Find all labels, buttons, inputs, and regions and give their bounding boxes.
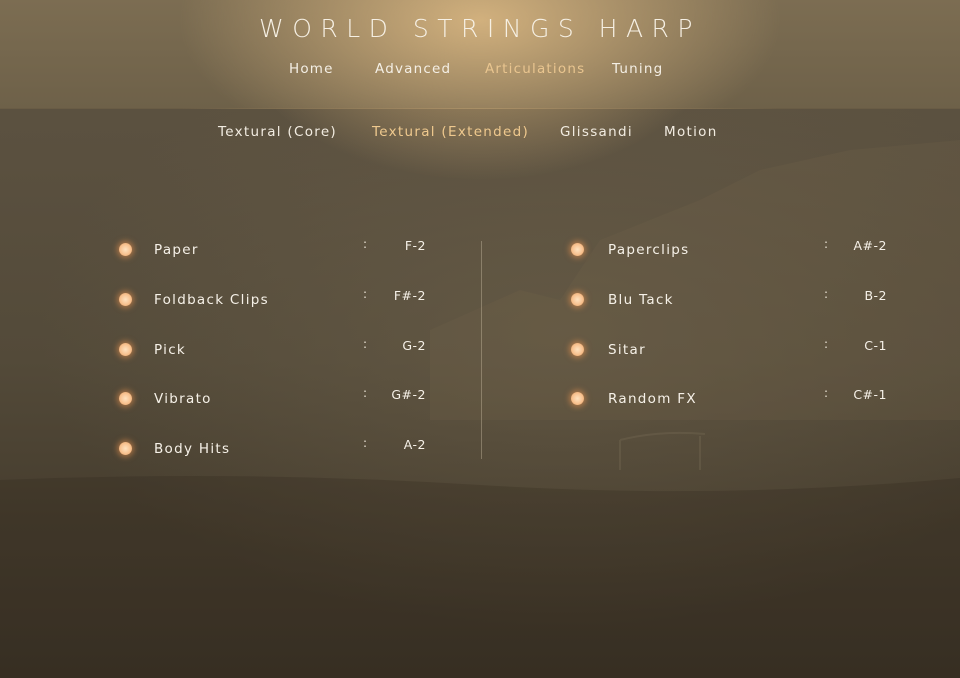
subtab-glissandi[interactable]: Glissandi: [560, 124, 633, 140]
articulation-row-body-hits[interactable]: Body Hits : A-2: [119, 434, 439, 464]
articulation-row-paperclips[interactable]: Paperclips : A#-2: [571, 235, 891, 265]
header-bar: WORLD STRINGS HARP Home Advanced Articul…: [0, 0, 960, 109]
articulation-name: Foldback Clips: [154, 292, 269, 308]
articulation-name: Paper: [154, 242, 199, 258]
articulation-row-vibrato[interactable]: Vibrato : G#-2: [119, 384, 439, 414]
articulation-name: Pick: [154, 342, 187, 358]
articulation-row-pick[interactable]: Pick : G-2: [119, 335, 439, 365]
key-switch: C#-1: [853, 387, 887, 402]
nav-tab-tuning[interactable]: Tuning: [612, 61, 663, 77]
column-divider: [481, 241, 482, 459]
articulation-row-random-fx[interactable]: Random FX : C#-1: [571, 384, 891, 414]
indicator-dot-icon: [119, 392, 132, 405]
indicator-dot-icon: [119, 243, 132, 256]
articulation-name: Paperclips: [608, 242, 690, 258]
key-switch: B-2: [864, 288, 887, 303]
key-switch: G#-2: [391, 387, 426, 402]
key-switch: C-1: [864, 338, 887, 353]
indicator-dot-icon: [571, 293, 584, 306]
articulation-name: Sitar: [608, 342, 646, 358]
indicator-dot-icon: [571, 392, 584, 405]
nav-tab-articulations[interactable]: Articulations: [485, 61, 585, 77]
articulation-row-foldback-clips[interactable]: Foldback Clips : F#-2: [119, 285, 439, 315]
subtab-textural-extended[interactable]: Textural (Extended): [372, 124, 529, 140]
app-title: WORLD STRINGS HARP: [258, 14, 701, 43]
subtab-motion[interactable]: Motion: [664, 124, 718, 140]
articulation-row-blu-tack[interactable]: Blu Tack : B-2: [571, 285, 891, 315]
articulation-name: Blu Tack: [608, 292, 674, 308]
articulation-row-paper[interactable]: Paper : F-2: [119, 235, 439, 265]
key-switch: F-2: [404, 238, 426, 253]
indicator-dot-icon: [571, 243, 584, 256]
indicator-dot-icon: [119, 442, 132, 455]
indicator-dot-icon: [119, 293, 132, 306]
nav-tab-advanced[interactable]: Advanced: [375, 61, 451, 77]
key-switch: F#-2: [393, 288, 426, 303]
indicator-dot-icon: [571, 343, 584, 356]
articulation-name: Vibrato: [154, 391, 212, 407]
key-switch: A-2: [403, 437, 426, 452]
subtab-textural-core[interactable]: Textural (Core): [218, 124, 337, 140]
articulation-row-sitar[interactable]: Sitar : C-1: [571, 335, 891, 365]
key-switch: G-2: [402, 338, 426, 353]
nav-tab-home[interactable]: Home: [289, 61, 334, 77]
key-switch: A#-2: [853, 238, 887, 253]
indicator-dot-icon: [119, 343, 132, 356]
articulation-name: Body Hits: [154, 441, 231, 457]
articulation-name: Random FX: [608, 391, 697, 407]
